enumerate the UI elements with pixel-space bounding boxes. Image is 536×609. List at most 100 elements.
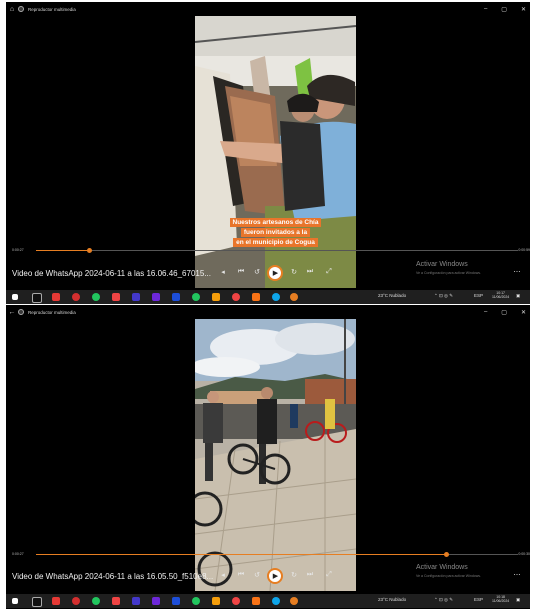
windows-activation-watermark: Activar Windows Ve a Configuración para … [416,261,481,277]
app-title: Reproductor multimedia [28,6,76,12]
media-player-icon [18,309,24,315]
screenshot-top: ⌂ Reproductor multimedia – ▢ ✕ Nuestros … [6,2,530,304]
language-indicator[interactable]: ESP [474,597,483,602]
back-arrow-icon[interactable]: ← [6,309,18,316]
taskbar-app-red-icon[interactable] [52,597,60,605]
illustrator-icon[interactable] [252,597,260,605]
start-icon[interactable] [12,294,18,300]
minimize-icon[interactable]: – [484,309,487,315]
more-options-icon[interactable]: ⋯ [512,571,522,579]
video-caption: Nuestros artesanos de Chía fueron invita… [199,218,352,248]
weather-widget[interactable]: 23°C Nublado [378,293,406,298]
seek-bar[interactable]: 0:00:27 0:00:59 [6,246,530,256]
fullscreen-icon[interactable]: ⤢ [324,268,334,276]
spotify-icon[interactable] [92,597,100,605]
premiere-icon[interactable] [132,293,140,301]
chrome-icon[interactable] [232,293,240,301]
skip-forward-icon[interactable]: ⏭ [305,571,315,579]
spotify-icon[interactable] [92,293,100,301]
play-icon: ▶ [272,573,279,580]
maximize-icon[interactable]: ▢ [501,309,507,316]
media-player-icon [18,6,24,12]
language-indicator[interactable]: ESP [474,293,483,298]
volume-icon[interactable]: ◂ [218,571,228,579]
seek-track[interactable] [36,248,518,253]
screenshot-bottom: ← Reproductor multimedia – ▢ ✕ 0:00:27 0… [6,305,530,609]
edge-icon[interactable] [272,597,280,605]
start-icon[interactable] [12,598,18,604]
taskbar: 23°C Nublado ⌃ ⊡ ◎ ✎ ESP 10:17 11/06/202… [6,290,530,304]
file-explorer-icon[interactable] [212,293,220,301]
tray-icons[interactable]: ⌃ ⊡ ◎ ✎ [434,597,453,603]
whatsapp-icon[interactable] [192,293,200,301]
premiere-icon[interactable] [132,597,140,605]
clock-date: 11/06/2024 [492,599,510,603]
edge-icon[interactable] [272,293,280,301]
watermark-title: Activar Windows [416,564,468,571]
maximize-icon[interactable]: ▢ [501,6,507,13]
rewind-icon[interactable]: ↺ [252,571,262,579]
seek-progress [36,250,90,251]
clock-date: 11/06/2024 [492,295,510,299]
media-player-taskbar-icon[interactable] [290,293,298,301]
volume-icon[interactable]: ◂ [218,268,228,276]
play-button[interactable]: ▶ [267,568,283,584]
chrome-icon[interactable] [232,597,240,605]
skip-forward-icon[interactable]: ⏭ [305,268,315,276]
acrobat-icon[interactable] [112,597,120,605]
fullscreen-icon[interactable]: ⤢ [324,571,334,579]
photoshop-icon[interactable] [172,597,180,605]
watermark-subtitle: Ve a Configuración para activar Windows. [416,271,481,275]
notifications-icon[interactable]: ▣ [516,597,520,603]
watermark-title: Activar Windows [416,261,468,268]
media-player-taskbar-icon[interactable] [290,597,298,605]
time-total: 0:00:30 [518,552,530,556]
back-arrow-icon[interactable]: ⌂ [6,6,18,13]
caption-line-1: Nuestros artesanos de Chía [229,218,322,227]
rewind-icon[interactable]: ↺ [252,268,262,276]
clock[interactable]: 10:18 11/06/2024 [492,595,509,603]
tiktok-icon[interactable] [32,597,42,607]
close-icon[interactable]: ✕ [521,309,526,316]
forward-icon[interactable]: ↻ [289,268,299,276]
taskbar-app-red-icon[interactable] [52,293,60,301]
photoshop-icon[interactable] [172,293,180,301]
weather-widget[interactable]: 23°C Nublado [378,597,406,602]
tray-icons[interactable]: ⌃ ⊡ ◎ ✎ [434,293,453,299]
seek-handle[interactable] [87,248,93,253]
play-button[interactable]: ▶ [267,265,283,281]
acrobat-icon[interactable] [112,293,120,301]
close-icon[interactable]: ✕ [521,6,526,13]
minimize-icon[interactable]: – [484,6,487,12]
title-bar: ← Reproductor multimedia – ▢ ✕ [6,305,530,319]
forward-icon[interactable]: ↻ [289,571,299,579]
file-name: Video de WhatsApp 2024-06-11 a las 16.05… [12,572,214,581]
illustrator-icon[interactable] [252,293,260,301]
seek-handle[interactable] [443,552,449,557]
tiktok-icon[interactable] [32,293,42,303]
time-elapsed: 0:00:27 [12,248,24,252]
opera-icon[interactable] [72,293,80,301]
windows-activation-watermark: Activar Windows Ve a Configuración para … [416,564,481,580]
taskbar: 23°C Nublado ⌃ ⊡ ◎ ✎ ESP 10:18 11/06/202… [6,594,530,608]
clock[interactable]: 10:17 11/06/2024 [492,291,509,299]
seek-bar[interactable]: 0:00:27 0:00:30 [6,550,530,560]
opera-icon[interactable] [72,597,80,605]
time-elapsed: 0:00:27 [12,552,24,556]
time-total: 0:00:59 [518,248,530,252]
file-explorer-icon[interactable] [212,597,220,605]
seek-track[interactable] [36,552,518,557]
whatsapp-icon[interactable] [192,597,200,605]
skip-back-icon[interactable]: ⏮ [236,571,246,579]
watermark-subtitle: Ve a Configuración para activar Windows. [416,574,481,578]
file-name: Video de WhatsApp 2024-06-11 a las 16.06… [12,269,211,278]
more-options-icon[interactable]: ⋯ [512,268,522,276]
app-title: Reproductor multimedia [28,309,76,315]
after-effects-icon[interactable] [152,293,160,301]
notifications-icon[interactable]: ▣ [516,293,520,299]
after-effects-icon[interactable] [152,597,160,605]
skip-back-icon[interactable]: ⏮ [236,268,246,276]
caption-line-2: fueron invitados a la [240,228,311,237]
play-icon: ▶ [272,270,279,277]
seek-progress [36,554,446,555]
